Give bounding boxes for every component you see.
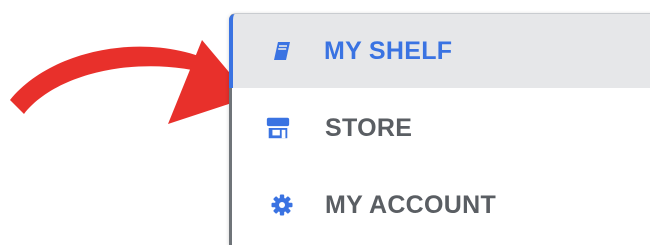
book-icon xyxy=(269,38,295,64)
menu-item-label: MY SHELF xyxy=(324,36,453,65)
menu-item-label: MY ACCOUNT xyxy=(325,190,497,219)
menu-item-store[interactable]: STORE xyxy=(232,92,650,164)
menu-item-my-shelf[interactable]: MY SHELF xyxy=(229,14,650,88)
gear-icon xyxy=(269,192,295,218)
store-icon xyxy=(265,115,291,141)
menu-item-my-account[interactable]: MY ACCOUNT xyxy=(232,168,650,242)
account-menu: MY SHELF STORE MY ACCOUNT xyxy=(229,13,650,245)
menu-item-label: STORE xyxy=(325,113,413,142)
